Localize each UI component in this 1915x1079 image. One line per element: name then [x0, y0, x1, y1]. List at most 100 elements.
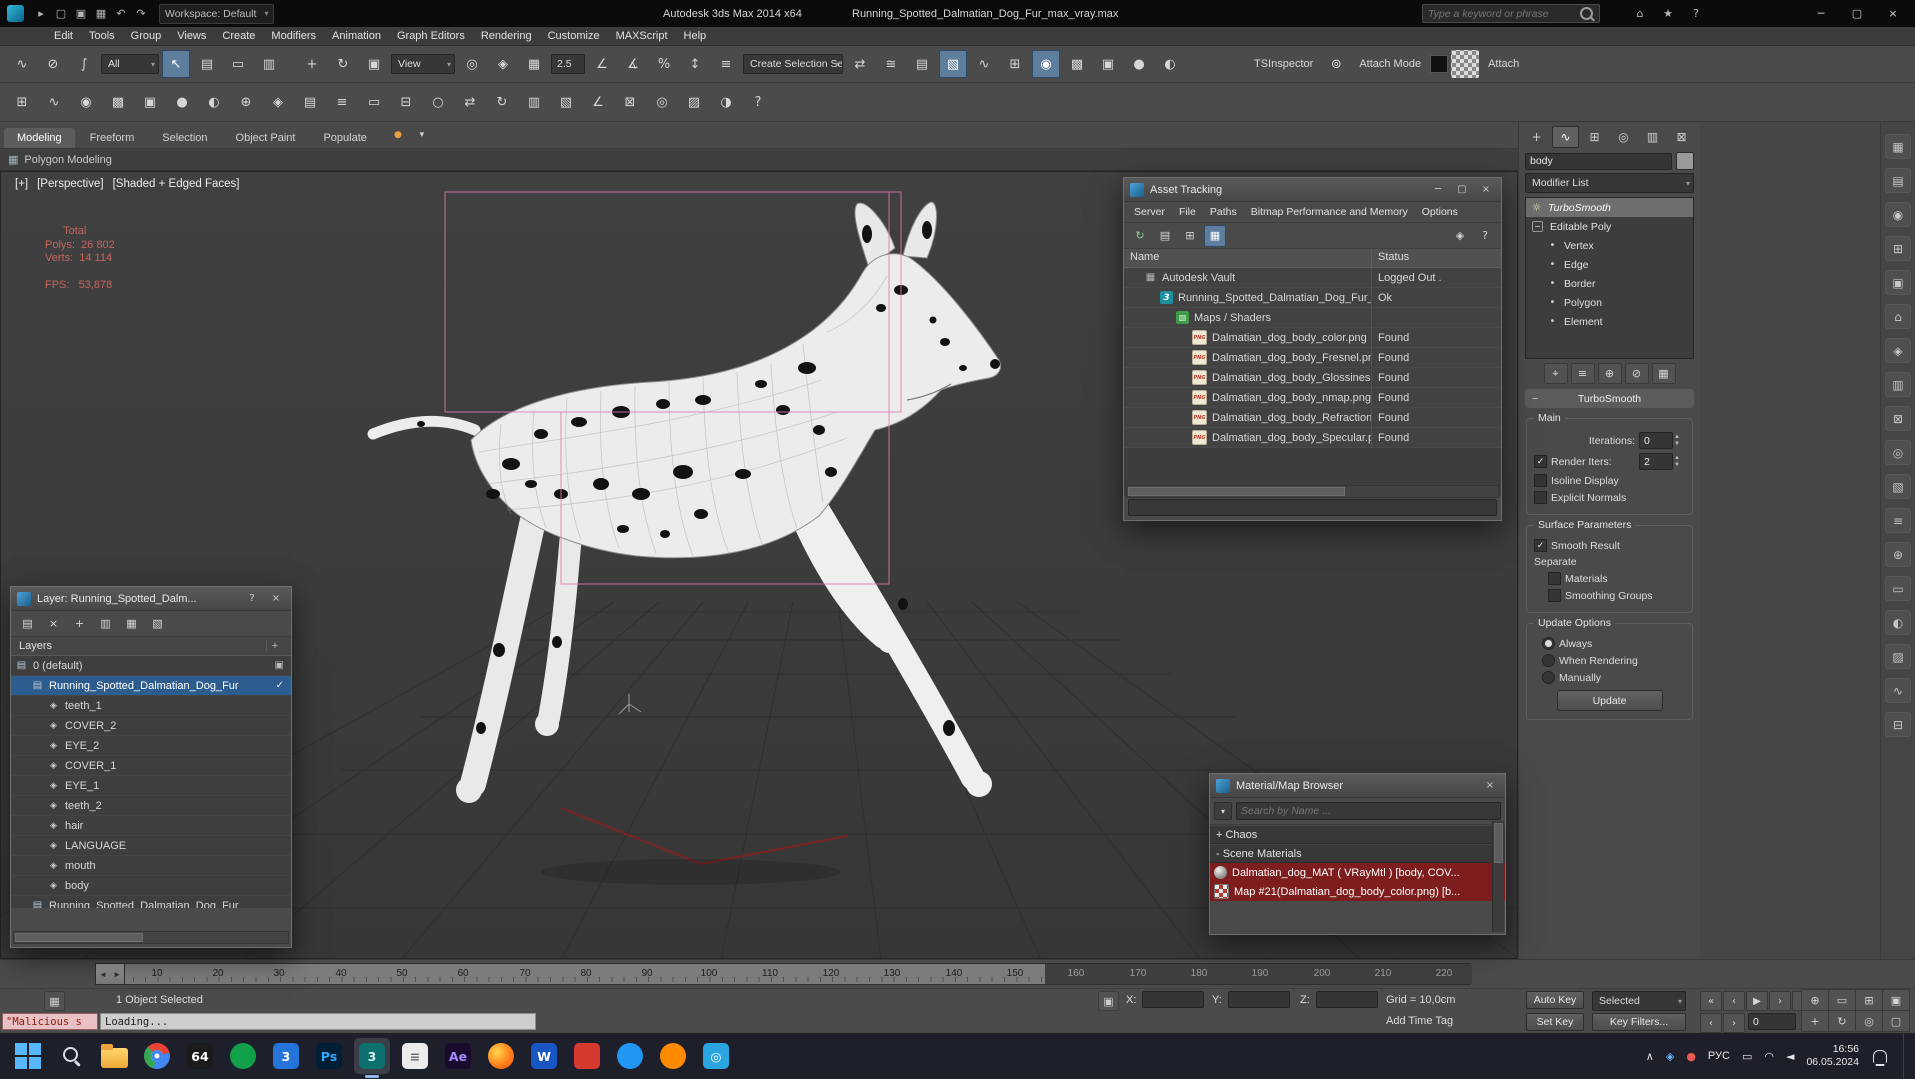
tray-chevron-icon[interactable]: ∧ [1646, 1050, 1654, 1063]
dock-tool-icon[interactable]: ≡ [1885, 508, 1911, 533]
manipulator-icon[interactable]: ◈ [264, 88, 292, 116]
render-iterative-icon[interactable]: ◐ [1156, 50, 1184, 78]
menu-item[interactable]: Customize [540, 28, 608, 44]
edit-named-selections-icon[interactable]: ≡ [712, 50, 740, 78]
bind-to-space-warp-icon[interactable]: ∫ [70, 50, 98, 78]
select-and-scale-icon[interactable]: ▣ [360, 50, 388, 78]
ribbon-tab[interactable]: Selection [149, 128, 220, 148]
layer-explorer-title-bar[interactable]: Layer: Running_Spotted_Dalm... ? × [11, 587, 291, 611]
show-end-result-icon[interactable]: ≡ [1570, 363, 1595, 384]
3dsmax-icon[interactable]: 3 [354, 1038, 390, 1074]
modifier-stack-item[interactable]: Vertex [1526, 236, 1693, 255]
scene-explorer-icon[interactable]: ▤ [296, 88, 324, 116]
key-filters-button[interactable]: Key Filters... [1592, 1013, 1686, 1031]
modifier-list-dropdown[interactable]: Modifier List [1525, 173, 1694, 193]
dock-tool-icon[interactable]: ▣ [1885, 270, 1911, 295]
orange-app-icon[interactable] [655, 1038, 691, 1074]
add-column-icon[interactable]: + [266, 640, 283, 652]
dock-tool-icon[interactable]: ◈ [1885, 338, 1911, 363]
search-icon[interactable] [1580, 7, 1593, 20]
update-option-radio-row[interactable]: When Rendering [1534, 654, 1685, 667]
asset-table-row[interactable]: Dalmatian_dog_body_Refraction.png Found [1124, 408, 1501, 428]
layers-column-header[interactable]: Layers + [11, 637, 291, 656]
use-pivot-center-icon[interactable]: ◎ [458, 50, 486, 78]
attach-checker-icon[interactable] [1451, 50, 1480, 78]
layer-row-marker[interactable] [275, 660, 284, 671]
window-crossing-icon[interactable]: ▥ [255, 50, 283, 78]
polygon-modeling-panel[interactable]: ▦ Polygon Modeling [0, 149, 1518, 171]
turbosmooth-rollout-header[interactable]: − TurboSmooth [1525, 389, 1694, 408]
remove-modifier-icon[interactable]: ⊘ [1624, 363, 1649, 384]
blue-app-icon[interactable] [612, 1038, 648, 1074]
add-time-tag-button[interactable]: Add Time Tag [1386, 1015, 1453, 1027]
field-of-view-icon[interactable]: ◎ [1855, 1010, 1883, 1032]
3dsmax-logo-icon[interactable] [7, 5, 24, 22]
layer-list-icon[interactable]: ≡ [328, 88, 356, 116]
asset-table-row[interactable]: Running_Spotted_Dalmatian_Dog_Fur_max...… [1124, 288, 1501, 308]
battery-icon[interactable]: ▭ [1742, 1050, 1752, 1063]
asset-table-row[interactable]: Autodesk Vault Logged Out . [1124, 268, 1501, 288]
material-editor-icon[interactable]: ◉ [1032, 50, 1060, 78]
orbit-view-icon[interactable]: ↻ [1828, 1010, 1856, 1032]
material-list-item[interactable]: Dalmatian_dog_MAT ( VRayMtl ) [body, COV… [1210, 863, 1505, 882]
next-key-icon[interactable]: › [1723, 1013, 1745, 1033]
section-tool-icon[interactable]: ▭ [360, 88, 388, 116]
layer-row[interactable]: COVER_2 [11, 716, 291, 736]
modifier-stack-item[interactable]: Editable Poly [1526, 217, 1693, 236]
radio-button[interactable] [1542, 671, 1555, 684]
snaps-toggle-icon[interactable]: ∠ [588, 50, 616, 78]
time-slider-handle[interactable]: ◄ ► [95, 963, 125, 985]
pattern-tool-icon[interactable]: ▨ [680, 88, 708, 116]
file-explorer-icon[interactable] [96, 1038, 132, 1074]
maxscript-mini-listener[interactable]: "Malicious s [2, 1013, 98, 1030]
notification-bell-icon[interactable] [1873, 1049, 1887, 1063]
toggle-scene-explorer-icon[interactable]: ▤ [908, 50, 936, 78]
menu-item[interactable]: Animation [324, 28, 389, 44]
undo-icon[interactable]: ↶ [111, 5, 131, 23]
help-icon[interactable]: ? [243, 591, 261, 607]
pin-stack-icon[interactable]: ⌖ [1543, 363, 1568, 384]
name-column-header[interactable]: Name [1124, 249, 1372, 267]
motion-tab[interactable]: ◎ [1610, 126, 1637, 148]
layer-row[interactable]: hair [11, 816, 291, 836]
frame-ruler[interactable]: 10 20 30 40 50 60 70 80 90 100 110 120 130 140 150 160 1… [95, 963, 1472, 985]
after-effects-icon[interactable]: Ae [440, 1038, 476, 1074]
select-and-link-icon[interactable]: ∿ [8, 50, 36, 78]
mirror-icon[interactable]: ⇄ [846, 50, 874, 78]
key-filter-dropdown[interactable]: Selected [1592, 991, 1686, 1011]
lock-selection-icon[interactable]: ▣ [1098, 991, 1119, 1011]
configure-modifier-sets-icon[interactable]: ▦ [1651, 363, 1676, 384]
layer-row[interactable]: Running_Spotted_Dalmatian_Dog_Fur [11, 896, 291, 909]
ribbon-tab[interactable]: Freeform [77, 128, 148, 148]
clock[interactable]: 16:56 06.05.2024 [1806, 1043, 1859, 1069]
chaos-group-header[interactable]: + Chaos [1210, 825, 1505, 844]
language-indicator[interactable]: РУС [1708, 1050, 1730, 1062]
y-coordinate-field[interactable] [1228, 991, 1290, 1008]
zoom-region-icon[interactable]: ▭ [1828, 989, 1856, 1011]
resolve-paths-icon[interactable]: ◈ [1449, 225, 1471, 247]
layer-row[interactable]: EYE_2 [11, 736, 291, 756]
list-view-icon[interactable]: ▤ [1154, 225, 1176, 247]
angle-snap-value-field[interactable]: 2.5 [551, 54, 585, 74]
render-iters-field[interactable] [1639, 453, 1673, 470]
photoshop-icon[interactable]: Ps [311, 1038, 347, 1074]
x-coordinate-field[interactable] [1142, 991, 1204, 1008]
asset-table-header[interactable]: Name Status [1124, 249, 1501, 268]
grid-tool-icon[interactable]: ▥ [520, 88, 548, 116]
dock-tool-icon[interactable]: ▤ [1885, 168, 1911, 193]
display-tab[interactable]: ▥ [1639, 126, 1666, 148]
asset-table-row[interactable]: Maps / Shaders [1124, 308, 1501, 328]
explicit-normals-checkbox[interactable] [1534, 491, 1547, 504]
workspace-dropdown[interactable]: Workspace: Default ▾ [159, 3, 275, 24]
notes-icon[interactable]: ≡ [397, 1038, 433, 1074]
toggle-layer-explorer-icon[interactable]: ▧ [939, 50, 967, 78]
dock-tool-icon[interactable]: ▦ [1885, 134, 1911, 159]
viewport-menu-shading[interactable]: [Shaded + Edged Faces] [113, 178, 240, 190]
reference-coordinate-dropdown[interactable]: View [391, 54, 455, 74]
layer-row[interactable]: 0 (default) [11, 656, 291, 676]
hatch-tool-icon[interactable]: ▧ [552, 88, 580, 116]
unlink-selection-icon[interactable]: ⊘ [39, 50, 67, 78]
tray-antivirus-icon[interactable]: ● [1686, 1050, 1696, 1063]
new-scene-icon[interactable]: ▢ [51, 5, 71, 23]
isoline-display-checkbox[interactable] [1534, 474, 1547, 487]
